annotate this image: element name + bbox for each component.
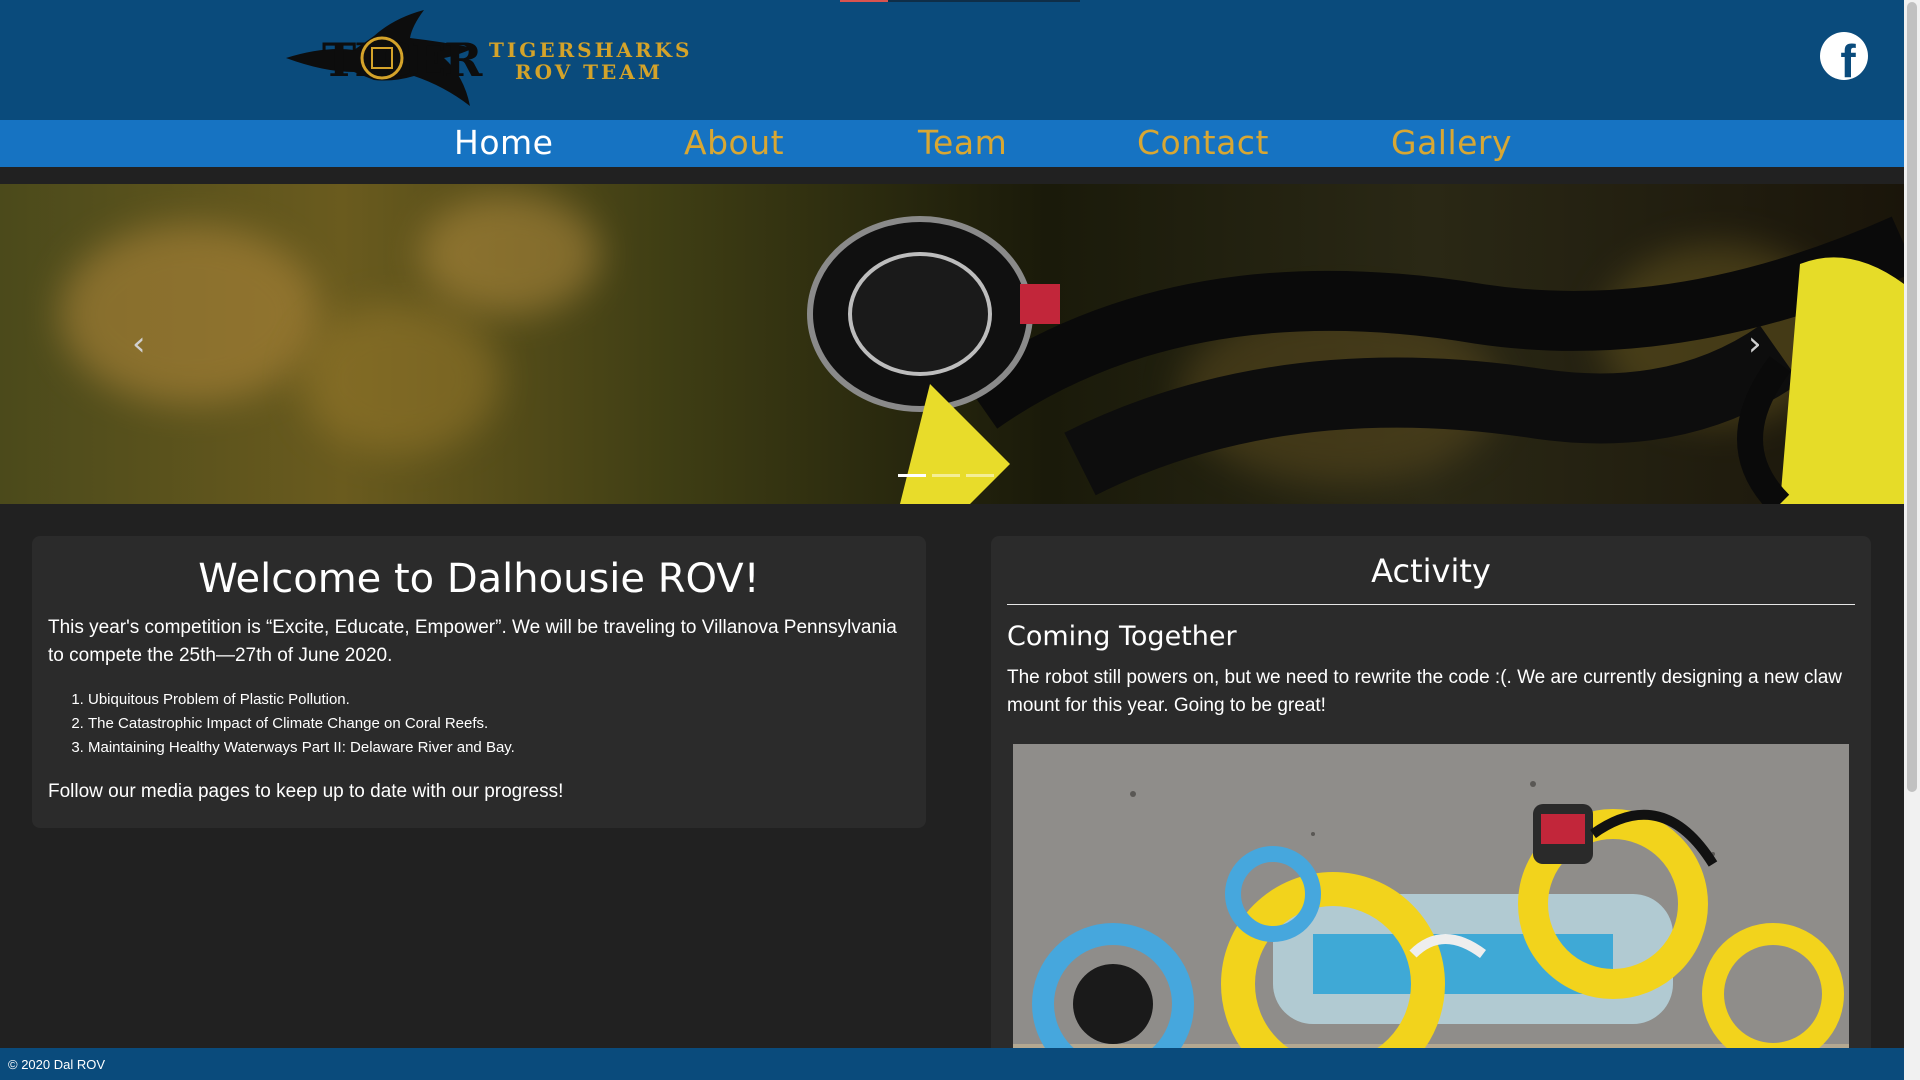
logo-text-line1: TIGERSHARKS: [489, 38, 693, 62]
welcome-card: Welcome to Dalhousie ROV! This year's co…: [32, 536, 926, 828]
post-body: The robot still powers on, but we need t…: [1007, 667, 1843, 716]
page-scrollbar[interactable]: [1904, 0, 1920, 1080]
nav-item-gallery[interactable]: Gallery: [1391, 123, 1512, 162]
top-accent-highlight: [840, 0, 888, 2]
post-title: Coming Together: [1007, 621, 1237, 652]
main-nav: Home About Team Contact Gallery: [0, 120, 1904, 167]
welcome-title: Welcome to Dalhousie ROV!: [198, 556, 760, 602]
nav-item-contact[interactable]: Contact: [1137, 123, 1269, 162]
logo-text-line2: ROV TEAM: [515, 60, 663, 84]
list-item: Ubiquitous Problem of Plastic Pollution.: [88, 688, 910, 712]
rov-thruster-image: [807, 216, 1904, 504]
carousel-indicator-1[interactable]: [898, 474, 926, 477]
rov-robot-image: [1013, 744, 1849, 1056]
scrollbar-thumb[interactable]: [1907, 2, 1917, 792]
site-header: TIGER TIGERSHARKS ROV TEAM f: [0, 0, 1904, 120]
follow-text: Follow our media pages to keep up to dat…: [48, 781, 564, 802]
carousel-indicator-2[interactable]: [932, 474, 960, 477]
carousel-indicator-3[interactable]: [966, 474, 994, 477]
facebook-glyph: f: [1840, 35, 1856, 80]
carousel-indicators: [898, 474, 994, 477]
activity-title: Activity: [1007, 552, 1855, 605]
nav-item-team[interactable]: Team: [918, 123, 1007, 162]
post-photo: [1013, 744, 1849, 1056]
nav-item-home[interactable]: Home: [454, 123, 553, 162]
nav-item-about[interactable]: About: [684, 123, 784, 162]
facebook-icon[interactable]: f: [1820, 32, 1868, 80]
site-footer: © 2020 Dal ROV: [0, 1048, 1904, 1080]
carousel-next-button[interactable]: ›: [1748, 324, 1762, 364]
site-logo[interactable]: TIGER TIGERSHARKS ROV TEAM: [284, 6, 704, 114]
list-item: The Catastrophic Impact of Climate Chang…: [88, 712, 910, 736]
activity-card: Activity Coming Together The robot still…: [991, 536, 1871, 1056]
competition-topics-list: Ubiquitous Problem of Plastic Pollution.…: [88, 688, 910, 760]
hero-carousel: ‹ ›: [0, 184, 1904, 504]
copyright-text: © 2020 Dal ROV: [8, 1057, 106, 1072]
carousel-prev-button[interactable]: ‹: [132, 324, 146, 364]
list-item: Maintaining Healthy Waterways Part II: D…: [88, 736, 910, 760]
welcome-intro: This year's competition is “Excite, Educ…: [48, 617, 897, 666]
